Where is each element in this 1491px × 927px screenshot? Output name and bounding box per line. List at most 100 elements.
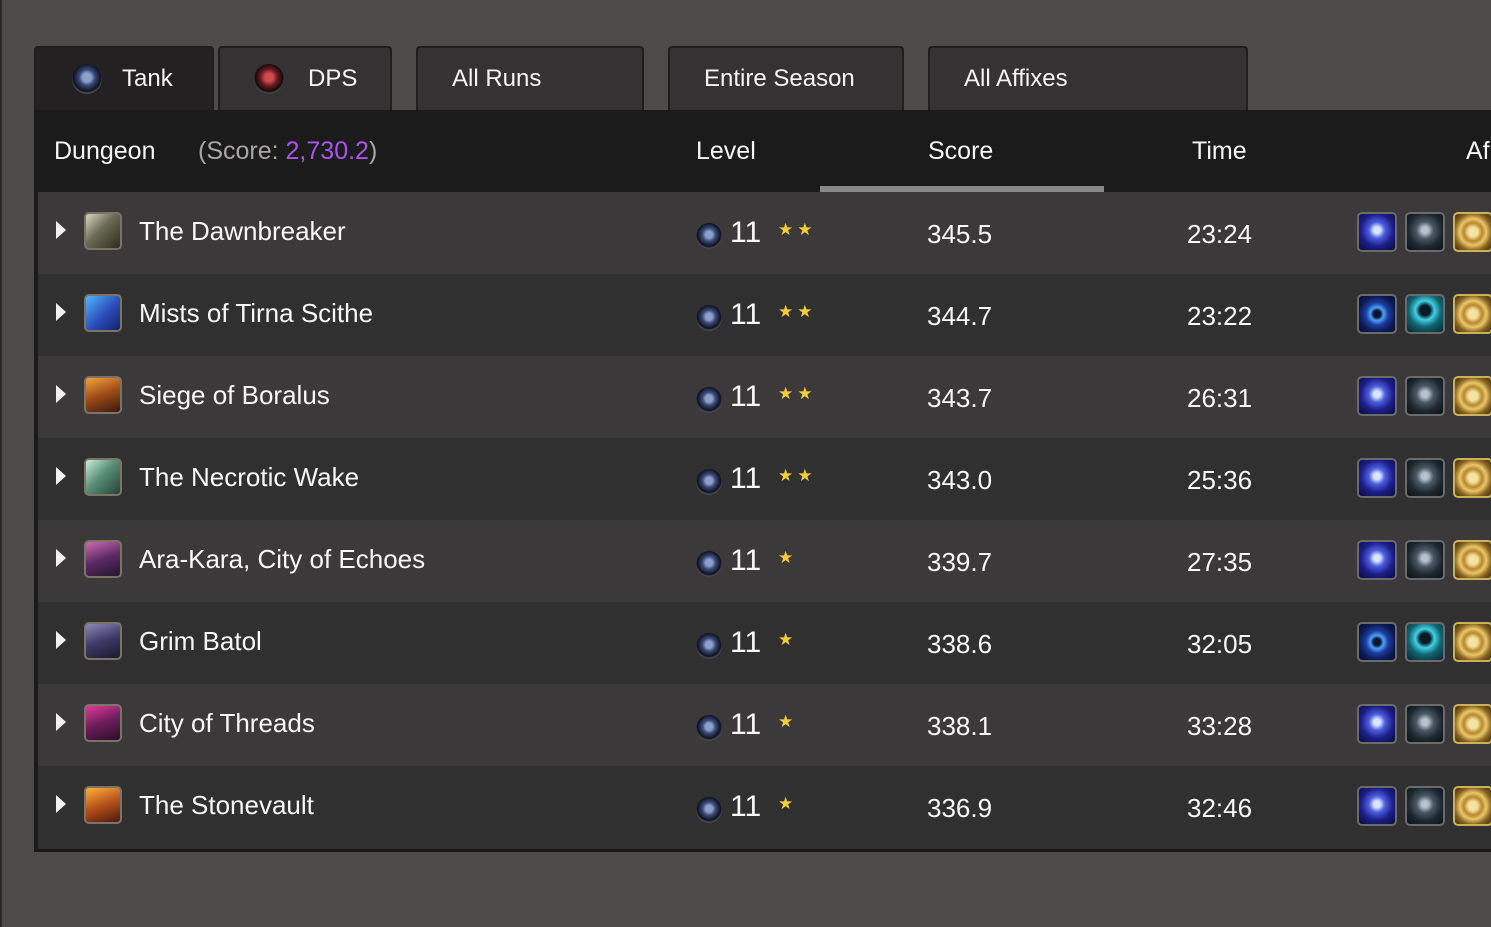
dark-face-affix-icon[interactable] xyxy=(1405,786,1445,826)
blue-figure-affix-icon[interactable] xyxy=(1357,704,1397,744)
blue-vortex-affix-icon[interactable] xyxy=(1357,622,1397,662)
tab-tank-label: Tank xyxy=(122,65,173,92)
key-level: 11 xyxy=(730,298,762,331)
gold-seal-affix-icon[interactable] xyxy=(1453,704,1491,744)
all-runs-dropdown[interactable]: All Runs xyxy=(416,46,644,110)
dungeon-name[interactable]: Mists of Tirna Scithe xyxy=(139,298,373,329)
expand-caret-icon[interactable] xyxy=(56,385,66,403)
table-row[interactable]: Grim Batol 11 ★ 338.6 32:05 xyxy=(38,602,1491,684)
col-dungeon[interactable]: Dungeon xyxy=(54,137,155,166)
run-score: 339.7 xyxy=(927,547,993,577)
expand-caret-icon[interactable] xyxy=(56,549,66,567)
expand-caret-icon[interactable] xyxy=(56,795,66,813)
run-score: 338.1 xyxy=(927,711,993,741)
table-row[interactable]: The Stonevault 11 ★ 336.9 32:46 xyxy=(38,766,1491,848)
run-time: 27:35 xyxy=(1187,547,1253,577)
dawnbreaker-icon xyxy=(84,212,122,250)
blue-figure-affix-icon[interactable] xyxy=(1357,786,1397,826)
expand-caret-icon[interactable] xyxy=(56,713,66,731)
keystone-role-icon xyxy=(696,551,722,577)
grim-batol-icon xyxy=(84,622,122,660)
keystone-role-icon xyxy=(696,387,722,413)
key-level: 11 xyxy=(730,626,762,659)
run-score: 338.6 xyxy=(927,629,993,659)
cyan-figure-affix-icon[interactable] xyxy=(1405,622,1445,662)
run-time: 23:22 xyxy=(1187,301,1253,331)
run-time: 32:05 xyxy=(1187,629,1253,659)
run-score: 343.7 xyxy=(927,383,993,413)
blue-figure-affix-icon[interactable] xyxy=(1357,376,1397,416)
blue-figure-affix-icon[interactable] xyxy=(1357,212,1397,252)
score-suffix: ) xyxy=(368,137,378,165)
dark-face-affix-icon[interactable] xyxy=(1405,212,1445,252)
city-of-threads-icon xyxy=(84,704,122,742)
dark-face-affix-icon[interactable] xyxy=(1405,376,1445,416)
keystone-role-icon xyxy=(696,797,722,823)
tab-dps-label: DPS xyxy=(308,65,358,92)
run-score: 344.7 xyxy=(927,301,993,331)
table-row[interactable]: City of Threads 11 ★ 338.1 33:28 xyxy=(38,684,1491,766)
tab-tank[interactable]: Tank xyxy=(34,46,214,110)
dungeon-name[interactable]: The Stonevault xyxy=(139,790,314,821)
necrotic-wake-icon xyxy=(84,458,122,496)
col-affixes[interactable]: Af xyxy=(1466,137,1490,166)
table-row[interactable]: The Dawnbreaker 11 ★★ 345.5 23:24 xyxy=(38,192,1491,274)
upgrade-stars: ★ xyxy=(778,712,798,731)
expand-caret-icon[interactable] xyxy=(56,221,66,239)
gold-seal-affix-icon[interactable] xyxy=(1453,212,1491,252)
upgrade-stars: ★ xyxy=(778,548,798,567)
dungeon-name[interactable]: Grim Batol xyxy=(139,626,262,657)
season-dropdown[interactable]: Entire Season xyxy=(668,46,904,110)
dark-face-affix-icon[interactable] xyxy=(1405,458,1445,498)
key-level: 11 xyxy=(730,216,762,249)
run-score: 345.5 xyxy=(927,219,993,249)
blue-figure-affix-icon[interactable] xyxy=(1357,540,1397,580)
stonevault-icon xyxy=(84,786,122,824)
gold-seal-affix-icon[interactable] xyxy=(1453,622,1491,662)
total-score-note: (Score: 2,730.2) xyxy=(198,137,377,166)
score-prefix: (Score: xyxy=(198,137,286,165)
col-score[interactable]: Score xyxy=(928,137,993,166)
gold-seal-affix-icon[interactable] xyxy=(1453,376,1491,416)
blue-vortex-affix-icon[interactable] xyxy=(1357,294,1397,334)
run-time: 25:36 xyxy=(1187,465,1253,495)
gold-seal-affix-icon[interactable] xyxy=(1453,294,1491,334)
blue-figure-affix-icon[interactable] xyxy=(1357,458,1397,498)
gold-seal-affix-icon[interactable] xyxy=(1453,458,1491,498)
cyan-figure-affix-icon[interactable] xyxy=(1405,294,1445,334)
table-row[interactable]: The Necrotic Wake 11 ★★ 343.0 25:36 xyxy=(38,438,1491,520)
table-row[interactable]: Mists of Tirna Scithe 11 ★★ 344.7 23:22 xyxy=(38,274,1491,356)
expand-caret-icon[interactable] xyxy=(56,303,66,321)
dungeon-name[interactable]: The Necrotic Wake xyxy=(139,462,359,493)
tab-dps[interactable]: DPS xyxy=(218,46,392,110)
upgrade-stars: ★★ xyxy=(778,466,817,485)
dps-role-icon xyxy=(254,64,284,94)
keystone-role-icon xyxy=(696,305,722,331)
key-level: 11 xyxy=(730,462,762,495)
affixes-dropdown[interactable]: All Affixes xyxy=(928,46,1248,110)
dungeon-name[interactable]: Siege of Boralus xyxy=(139,380,330,411)
dungeon-name[interactable]: The Dawnbreaker xyxy=(139,216,346,247)
gold-seal-affix-icon[interactable] xyxy=(1453,540,1491,580)
col-time[interactable]: Time xyxy=(1192,137,1247,166)
table-row[interactable]: Siege of Boralus 11 ★★ 343.7 26:31 xyxy=(38,356,1491,438)
gold-seal-affix-icon[interactable] xyxy=(1453,786,1491,826)
dungeon-table: Dungeon (Score: 2,730.2) Level Score Tim… xyxy=(34,110,1491,852)
run-time: 23:24 xyxy=(1187,219,1253,249)
expand-caret-icon[interactable] xyxy=(56,467,66,485)
ara-kara-icon xyxy=(84,540,122,578)
expand-caret-icon[interactable] xyxy=(56,631,66,649)
run-score: 336.9 xyxy=(927,793,993,823)
run-time: 32:46 xyxy=(1187,793,1253,823)
dark-face-affix-icon[interactable] xyxy=(1405,540,1445,580)
key-level: 11 xyxy=(730,790,762,823)
keystone-role-icon xyxy=(696,715,722,741)
col-level[interactable]: Level xyxy=(696,137,756,166)
dungeon-name[interactable]: City of Threads xyxy=(139,708,315,739)
upgrade-stars: ★ xyxy=(778,794,798,813)
all-runs-label: All Runs xyxy=(452,65,542,92)
run-score: 343.0 xyxy=(927,465,993,495)
dungeon-name[interactable]: Ara-Kara, City of Echoes xyxy=(139,544,425,575)
table-row[interactable]: Ara-Kara, City of Echoes 11 ★ 339.7 27:35 xyxy=(38,520,1491,602)
dark-face-affix-icon[interactable] xyxy=(1405,704,1445,744)
